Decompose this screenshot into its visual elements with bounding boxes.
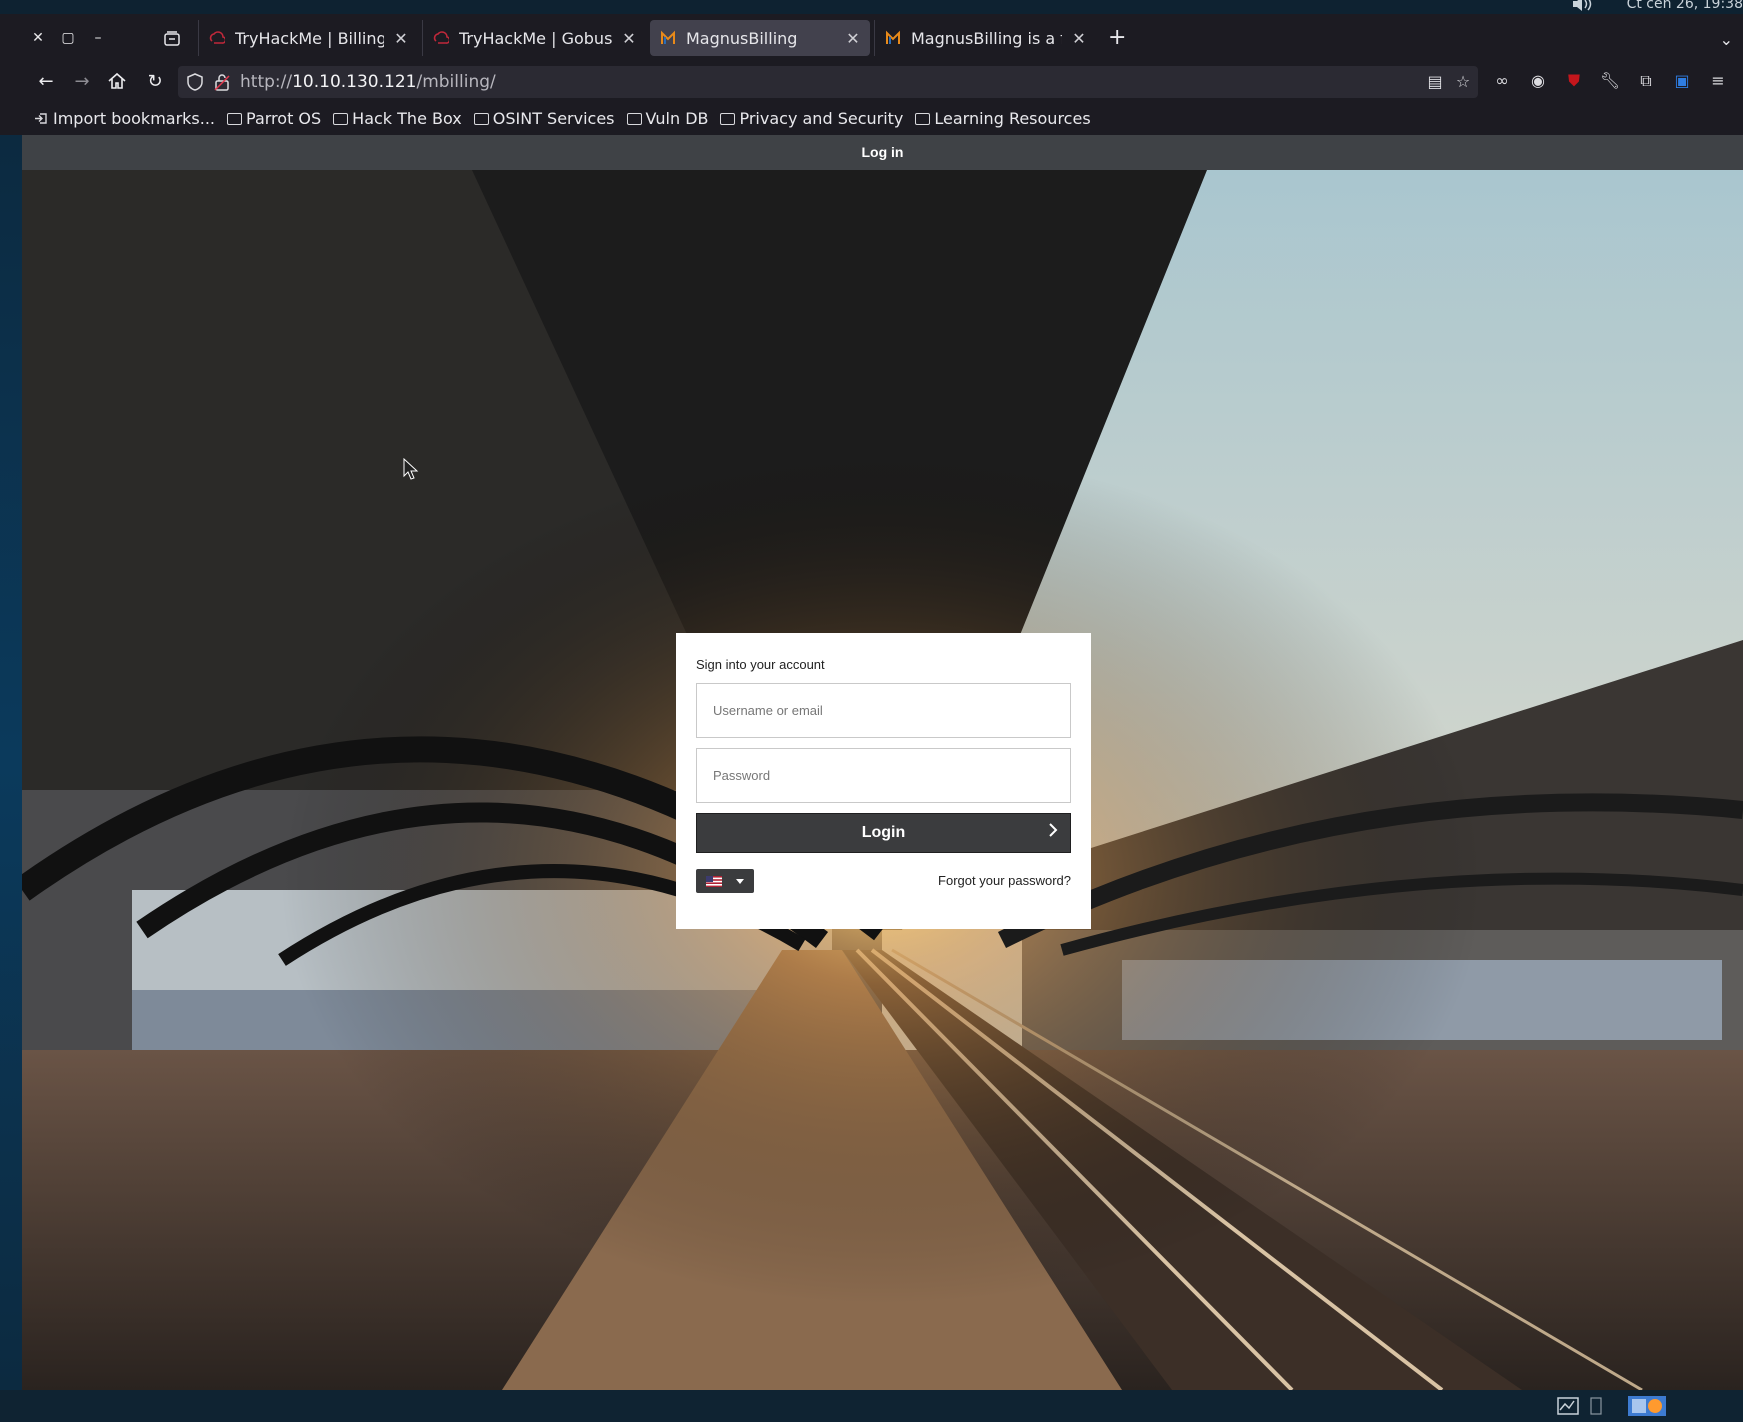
tab-title: MagnusBilling bbox=[686, 28, 798, 48]
wrench-tool-icon[interactable]: 🔧︎ bbox=[1599, 70, 1621, 92]
url-path: /mbilling/ bbox=[416, 72, 496, 92]
forward-icon[interactable]: → bbox=[70, 70, 94, 94]
bookmark-folder-learning-resources[interactable]: Learning Resources bbox=[915, 109, 1091, 128]
import-icon bbox=[35, 113, 47, 124]
forgot-password-link[interactable]: Forgot your password? bbox=[938, 873, 1071, 888]
mouse-cursor-icon bbox=[403, 458, 419, 480]
volume-icon[interactable] bbox=[1571, 0, 1593, 12]
language-select[interactable] bbox=[696, 869, 754, 893]
close-window-icon[interactable]: ✕ bbox=[28, 28, 48, 48]
tryhackme-favicon-icon bbox=[433, 31, 449, 44]
minimize-window-icon[interactable]: – bbox=[88, 28, 108, 48]
system-clock: Čt čen 26, 19:38 bbox=[1626, 0, 1743, 12]
address-bar[interactable]: http://10.10.130.121/mbilling/ ▤ ☆ bbox=[178, 66, 1478, 98]
bookmark-label: OSINT Services bbox=[492, 109, 615, 128]
bookmarks-toolbar: Import bookmarks... Parrot OS Hack The B… bbox=[0, 102, 1743, 135]
tab-title: TryHackMe | Billing bbox=[235, 28, 384, 48]
insecure-lock-icon[interactable] bbox=[214, 73, 230, 91]
folder-icon bbox=[626, 112, 642, 125]
reload-icon[interactable]: ↻ bbox=[143, 70, 167, 94]
bookmark-label: Import bookmarks... bbox=[53, 109, 216, 128]
system-monitor-icon[interactable] bbox=[1557, 1396, 1579, 1416]
web-page: Log in Sign into your account Username o… bbox=[22, 135, 1743, 1390]
tab-title: TryHackMe | Gobuster bbox=[459, 28, 612, 48]
us-flag-icon bbox=[706, 876, 722, 887]
reader-view-icon[interactable]: ▤ bbox=[1426, 73, 1444, 91]
tab-tryhackme-billing[interactable]: TryHackMe | Billing ✕ bbox=[198, 20, 418, 56]
login-heading: Sign into your account bbox=[696, 657, 825, 672]
tracking-protection-shield-icon[interactable] bbox=[186, 73, 204, 91]
bitwarden-shield-icon[interactable]: ▣ bbox=[1671, 70, 1693, 92]
bookmark-label: Parrot OS bbox=[246, 109, 322, 128]
bookmark-folder-hack-the-box[interactable]: Hack The Box bbox=[333, 109, 462, 128]
desktop-left-edge bbox=[0, 135, 22, 1390]
bookmark-label: Vuln DB bbox=[645, 109, 709, 128]
navigation-toolbar: ← → ↻ http://10.10.130.121/mbilling/ ▤ ☆… bbox=[0, 62, 1743, 102]
firefox-view-icon[interactable] bbox=[163, 30, 181, 48]
page-title: Log in bbox=[861, 144, 904, 160]
bookmark-import[interactable]: Import bookmarks... bbox=[34, 109, 215, 128]
password-input[interactable] bbox=[696, 748, 1071, 803]
bookmark-folder-privacy-security[interactable]: Privacy and Security bbox=[720, 109, 903, 128]
chevron-right-icon bbox=[1049, 823, 1058, 837]
tab-title: MagnusBilling is a free bbox=[911, 28, 1062, 48]
tab-close-icon[interactable]: ✕ bbox=[394, 29, 408, 48]
login-button[interactable]: Login bbox=[696, 813, 1071, 853]
magnusbilling-favicon-icon bbox=[886, 30, 900, 44]
maximize-window-icon[interactable]: ▢ bbox=[58, 28, 78, 48]
folder-icon bbox=[915, 112, 931, 125]
chevron-down-icon bbox=[736, 879, 744, 884]
desktop-top-panel: Čt čen 26, 19:38 bbox=[0, 0, 1743, 14]
bookmark-folder-parrot-os[interactable]: Parrot OS bbox=[227, 109, 321, 128]
login-card: Sign into your account Login Forgot your… bbox=[676, 633, 1091, 929]
bookmark-star-icon[interactable]: ☆ bbox=[1454, 73, 1472, 91]
url-host: 10.10.130.121 bbox=[292, 72, 417, 92]
ublock-origin-icon[interactable]: ⛊ bbox=[1563, 70, 1585, 92]
home-icon[interactable] bbox=[106, 70, 128, 92]
tab-tryhackme-gobuster[interactable]: TryHackMe | Gobuster ✕ bbox=[422, 20, 646, 56]
folder-icon bbox=[333, 112, 349, 125]
list-all-tabs-icon[interactable]: ⌄ bbox=[1720, 30, 1733, 49]
bookmark-label: Hack The Box bbox=[352, 109, 462, 128]
tab-bar: ✕ ▢ – TryHackMe | Billing ✕ TryHackMe | … bbox=[0, 14, 1743, 62]
bookmark-label: Learning Resources bbox=[934, 109, 1091, 128]
folder-icon bbox=[473, 112, 489, 125]
bookmark-folder-osint-services[interactable]: OSINT Services bbox=[473, 109, 615, 128]
tab-magnusbilling[interactable]: MagnusBilling ✕ bbox=[650, 20, 870, 56]
extensions-puzzle-icon[interactable]: ⧉ bbox=[1635, 70, 1657, 92]
username-input[interactable] bbox=[696, 683, 1071, 738]
url-text[interactable]: http://10.10.130.121/mbilling/ bbox=[240, 72, 496, 92]
bookmark-label: Privacy and Security bbox=[739, 109, 904, 128]
tab-close-icon[interactable]: ✕ bbox=[1072, 29, 1086, 48]
tab-magnusbilling-info[interactable]: MagnusBilling is a free ✕ bbox=[874, 20, 1096, 56]
url-scheme: http:// bbox=[240, 72, 293, 92]
magnusbilling-favicon-icon bbox=[661, 30, 675, 44]
login-button-label: Login bbox=[861, 824, 906, 841]
incognito-mask-icon[interactable]: ∞ bbox=[1491, 70, 1513, 92]
tab-close-icon[interactable]: ✕ bbox=[622, 29, 636, 48]
folder-icon bbox=[227, 112, 243, 125]
workspace-indicator-icon[interactable] bbox=[1590, 1396, 1602, 1416]
bookmark-folder-vuln-db[interactable]: Vuln DB bbox=[626, 109, 709, 128]
desktop-taskbar bbox=[0, 1390, 1743, 1422]
tryhackme-favicon-icon bbox=[209, 31, 225, 44]
new-tab-icon[interactable]: + bbox=[1108, 27, 1126, 49]
back-icon[interactable]: ← bbox=[34, 70, 58, 94]
account-icon[interactable]: ◉ bbox=[1527, 70, 1549, 92]
folder-icon bbox=[720, 112, 736, 125]
app-menu-icon[interactable]: ≡ bbox=[1707, 70, 1729, 92]
page-header: Log in bbox=[22, 135, 1743, 170]
tab-close-icon[interactable]: ✕ bbox=[846, 29, 860, 48]
firefox-taskbar-icon[interactable] bbox=[1628, 1396, 1666, 1416]
browser-chrome: ✕ ▢ – TryHackMe | Billing ✕ TryHackMe | … bbox=[0, 14, 1743, 135]
